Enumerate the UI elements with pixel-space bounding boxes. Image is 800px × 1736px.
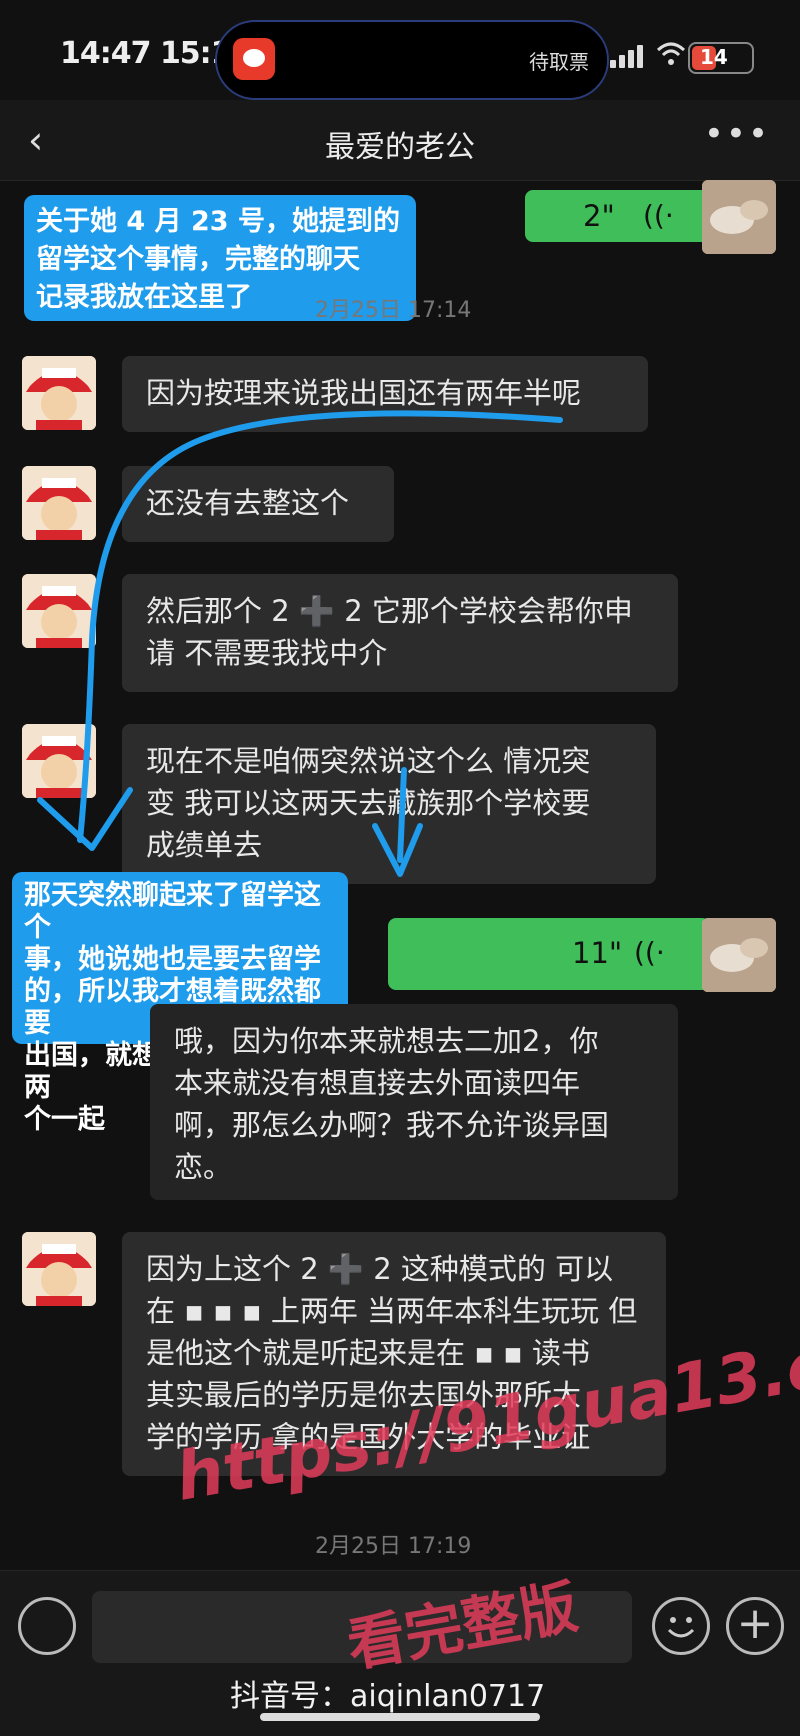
douyin-id-label: 抖音号：aiqinlan0717: [230, 1679, 546, 1714]
plus-icon[interactable]: +: [726, 1597, 784, 1655]
voice-input-icon[interactable]: [18, 1597, 76, 1655]
arrow-short-2: [397, 767, 407, 863]
arrow-curve-1: [77, 410, 563, 843]
emoji-icon[interactable]: [652, 1597, 710, 1655]
home-indicator[interactable]: [260, 1713, 540, 1721]
